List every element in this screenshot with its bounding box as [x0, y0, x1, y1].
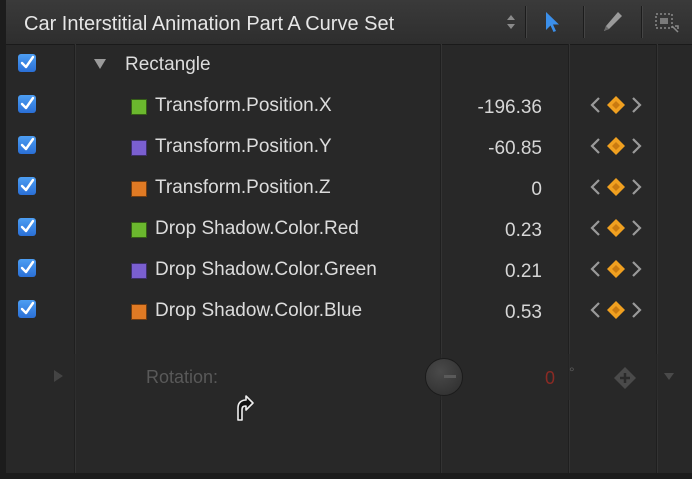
checkmark-icon: [20, 137, 35, 151]
rotation-label: Rotation:: [146, 367, 219, 387]
arrow-select-tool-button[interactable]: [526, 0, 582, 44]
disclosure-triangle-icon[interactable]: [94, 59, 106, 69]
next-keyframe-icon[interactable]: [630, 259, 644, 279]
group-label: Rectangle: [125, 54, 211, 75]
parameter-enable-checkbox[interactable]: [18, 218, 36, 236]
parameter-row: Drop Shadow.Color.Red 0.23: [6, 208, 666, 249]
parameter-label: Transform.Position.X: [155, 95, 332, 116]
add-keyframe-diamond-icon[interactable]: [606, 95, 626, 115]
keyframe-navigator: [588, 259, 644, 279]
curve-set-popup[interactable]: Car Interstitial Animation Part A Curve …: [6, 0, 524, 44]
checkmark-icon: [20, 96, 35, 110]
parameter-row: Drop Shadow.Color.Blue 0.53: [6, 290, 666, 331]
up-down-stepper-icon: [507, 15, 515, 29]
keyframe-navigator: [588, 300, 644, 320]
curve-color-swatch: [131, 222, 147, 238]
pen-tool-icon: [604, 12, 622, 31]
group-enable-checkbox[interactable]: [18, 54, 36, 72]
next-keyframe-icon[interactable]: [630, 177, 644, 197]
add-keyframe-diamond-icon[interactable]: [606, 218, 626, 238]
parameter-label: Transform.Position.Y: [155, 136, 332, 157]
curve-editor-header: Car Interstitial Animation Part A Curve …: [6, 0, 692, 45]
parameter-row: Drop Shadow.Color.Green 0.21: [6, 249, 666, 290]
curve-color-swatch: [131, 263, 147, 279]
keyframe-navigator: [588, 218, 644, 238]
drag-cursor-icon: [237, 395, 254, 421]
arrow-select-tool-icon: [546, 12, 559, 32]
group-row-rectangle: Rectangle: [6, 44, 666, 85]
parameter-label: Drop Shadow.Color.Blue: [155, 300, 363, 321]
parameter-enable-checkbox[interactable]: [18, 177, 36, 195]
checkmark-icon: [20, 301, 35, 315]
parameter-enable-checkbox[interactable]: [18, 136, 36, 154]
previous-keyframe-icon[interactable]: [588, 177, 602, 197]
animation-menu-icon[interactable]: [664, 373, 674, 380]
checkmark-icon: [20, 260, 35, 274]
add-keyframe-diamond-icon[interactable]: [606, 177, 626, 197]
marquee-tool-button[interactable]: [642, 0, 692, 44]
curve-color-swatch: [131, 304, 147, 320]
dial-indicator: [444, 375, 456, 378]
keyframe-navigator: [588, 136, 644, 156]
parameter-enable-checkbox[interactable]: [18, 300, 36, 318]
parameter-value[interactable]: -60.85: [488, 138, 542, 160]
rotation-row-drag-preview: [6, 354, 692, 400]
next-keyframe-icon[interactable]: [630, 95, 644, 115]
checkmark-icon: [20, 178, 35, 192]
rotation-dial[interactable]: [425, 358, 463, 396]
parameter-label: Drop Shadow.Color.Red: [155, 218, 359, 239]
parameter-enable-checkbox[interactable]: [18, 95, 36, 113]
next-keyframe-icon[interactable]: [630, 218, 644, 238]
rotation-value[interactable]: 0: [545, 368, 555, 389]
add-keyframe-icon[interactable]: [613, 366, 637, 390]
parameter-label: Drop Shadow.Color.Green: [155, 259, 377, 280]
checkmark-icon: [20, 219, 35, 233]
parameter-row: Transform.Position.Y -60.85: [6, 126, 666, 167]
parameter-value[interactable]: 0.53: [505, 302, 542, 324]
rotation-disclosure-triangle-icon[interactable]: [54, 370, 63, 382]
parameter-row: Transform.Position.Z 0: [6, 167, 666, 208]
add-keyframe-diamond-icon[interactable]: [606, 300, 626, 320]
next-keyframe-icon[interactable]: [630, 300, 644, 320]
marquee-tool-icon: [655, 13, 679, 33]
previous-keyframe-icon[interactable]: [588, 218, 602, 238]
parameter-value[interactable]: -196.36: [478, 97, 542, 119]
previous-keyframe-icon[interactable]: [588, 259, 602, 279]
previous-keyframe-icon[interactable]: [588, 95, 602, 115]
previous-keyframe-icon[interactable]: [588, 300, 602, 320]
curve-set-label: Car Interstitial Animation Part A Curve …: [24, 13, 395, 35]
panel-bottom-edge: [0, 473, 692, 479]
parameter-value[interactable]: 0: [531, 179, 542, 201]
add-keyframe-diamond-icon[interactable]: [606, 136, 626, 156]
add-keyframe-diamond-icon[interactable]: [606, 259, 626, 279]
parameter-value[interactable]: 0.23: [505, 220, 542, 242]
parameter-row: Transform.Position.X -196.36: [6, 85, 666, 126]
next-keyframe-icon[interactable]: [630, 136, 644, 156]
parameter-enable-checkbox[interactable]: [18, 259, 36, 277]
previous-keyframe-icon[interactable]: [588, 136, 602, 156]
pen-tool-button[interactable]: [584, 0, 640, 44]
keyframe-navigator: [588, 95, 644, 115]
curve-color-swatch: [131, 140, 147, 156]
parameter-label: Transform.Position.Z: [155, 177, 331, 198]
curve-color-swatch: [131, 99, 147, 115]
rotation-unit: °: [569, 364, 575, 380]
parameter-value[interactable]: 0.21: [505, 261, 542, 283]
keyframe-navigator: [588, 177, 644, 197]
checkmark-icon: [20, 55, 35, 69]
curve-color-swatch: [131, 181, 147, 197]
